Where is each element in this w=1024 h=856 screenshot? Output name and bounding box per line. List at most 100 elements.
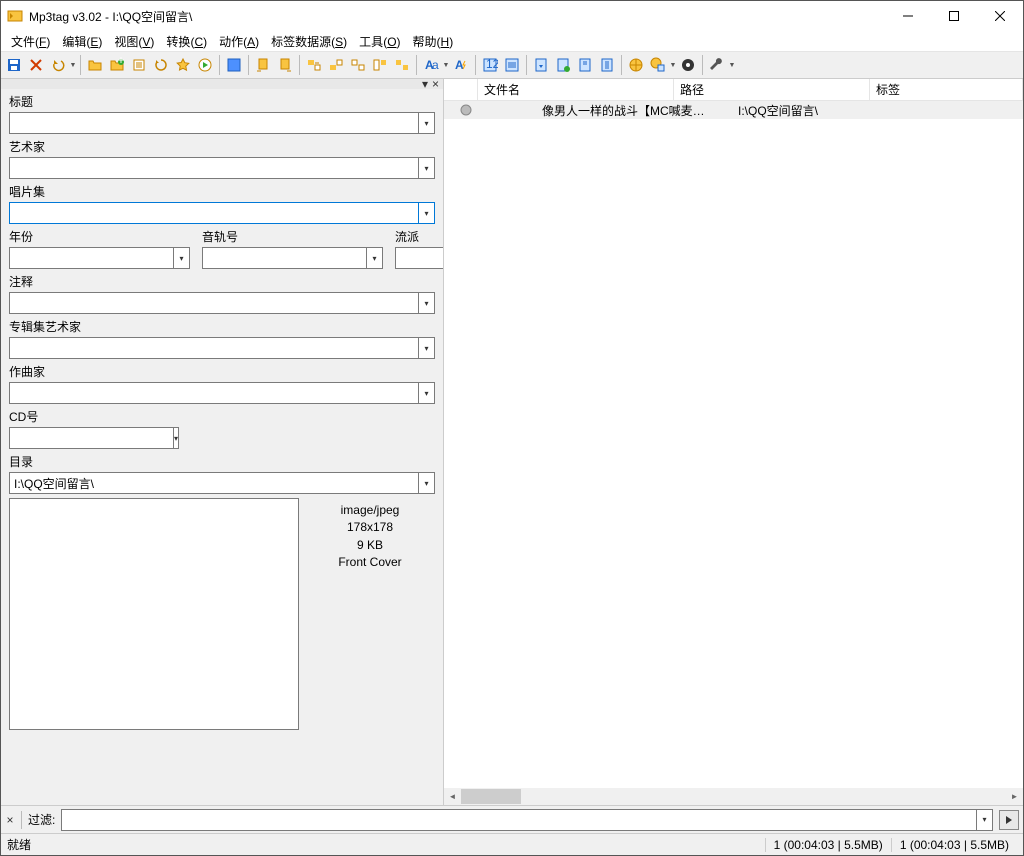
playlist-all-icon[interactable] [596,54,618,76]
delete-icon[interactable] [25,54,47,76]
minimize-button[interactable] [885,1,931,31]
dropdown-track[interactable]: ▾ [366,247,383,269]
web-dropdown[interactable]: ▼ [669,62,677,69]
svg-text:12: 12 [486,57,498,71]
web-cover-icon[interactable] [647,54,669,76]
dropdown-albumartist[interactable]: ▾ [418,337,435,359]
toolbar: ▼ + Aa ▼ A 12 ▼ ▼ [1,51,1023,79]
text-to-tag-icon[interactable] [369,54,391,76]
undo-icon[interactable] [47,54,69,76]
label-albumartist: 专辑集艺术家 [9,318,435,335]
dropdown-directory[interactable]: ▾ [418,472,435,494]
menu-edit[interactable]: 编辑(E) [56,31,108,52]
input-albumartist[interactable] [9,337,418,359]
undo-dropdown[interactable]: ▼ [69,62,77,69]
paste-tag-icon[interactable] [274,54,296,76]
input-title[interactable] [9,112,418,134]
input-discnum[interactable] [9,427,173,449]
maximize-button[interactable] [931,1,977,31]
filter-bar: × 过滤: ▾ [1,805,1023,833]
label-year: 年份 [9,228,190,245]
status-selected: 1 (00:04:03 | 5.5MB) [765,838,891,852]
filter-close-icon[interactable]: × [5,813,15,827]
cover-dimensions: 178x178 [305,519,435,536]
tag-panel-header: ▾ × [1,79,443,89]
menu-view[interactable]: 视图(V) [108,31,160,52]
export-icon[interactable] [530,54,552,76]
menu-tools[interactable]: 工具(O) [353,31,406,52]
status-ready: 就绪 [7,836,765,853]
discogs-icon[interactable] [677,54,699,76]
col-filename[interactable]: 文件名 [478,79,674,100]
input-year[interactable] [9,247,173,269]
filter-label: 过滤: [28,811,55,828]
label-track: 音轨号 [202,228,383,245]
filename-to-tag-icon[interactable] [325,54,347,76]
tools-icon[interactable] [706,54,728,76]
number-tracks-icon[interactable]: 12 [479,54,501,76]
favorite-icon[interactable] [172,54,194,76]
filter-dropdown[interactable]: ▾ [976,809,993,831]
actions-icon[interactable]: Aa [420,54,442,76]
input-artist[interactable] [9,157,418,179]
label-composer: 作曲家 [9,363,435,380]
file-list-header: 文件名 路径 标签 [444,79,1023,101]
file-row[interactable]: 像男人一样的战斗【MC喊麦… I:\QQ空间留言\ [444,101,1023,119]
menu-actions[interactable]: 动作(A) [213,31,265,52]
menu-help[interactable]: 帮助(H) [407,31,460,52]
menu-convert[interactable]: 转换(C) [160,31,213,52]
input-composer[interactable] [9,382,418,404]
horizontal-scrollbar[interactable]: ◄ ► [444,788,1023,805]
add-folder-icon[interactable]: + [106,54,128,76]
file-list-pane: 文件名 路径 标签 像男人一样的战斗【MC喊麦… I:\QQ空间留言\ ◄ ► [444,79,1023,805]
label-artist: 艺术家 [9,138,435,155]
dropdown-year[interactable]: ▾ [173,247,190,269]
select-all-icon[interactable] [223,54,245,76]
dropdown-title[interactable]: ▾ [418,112,435,134]
tools-dropdown[interactable]: ▼ [728,62,736,69]
playlist-export-icon[interactable] [574,54,596,76]
status-bar: 就绪 1 (00:04:03 | 5.5MB) 1 (00:04:03 | 5.… [1,833,1023,855]
filter-input[interactable] [61,809,976,831]
label-album: 唱片集 [9,183,435,200]
label-comment: 注释 [9,273,435,290]
filename-to-filename-icon[interactable] [347,54,369,76]
dropdown-album[interactable]: ▾ [418,202,435,224]
menu-tagsources[interactable]: 标签数据源(S) [265,31,353,52]
close-button[interactable] [977,1,1023,31]
extended-tags-icon[interactable] [501,54,523,76]
play-icon[interactable] [194,54,216,76]
cell-filename: 像男人一样的战斗【MC喊麦… [536,102,732,119]
refresh-icon[interactable] [150,54,172,76]
tag-to-tag-icon[interactable] [391,54,413,76]
input-comment[interactable] [9,292,418,314]
col-path[interactable]: 路径 [674,79,870,100]
dropdown-composer[interactable]: ▾ [418,382,435,404]
open-folder-icon[interactable] [84,54,106,76]
input-directory[interactable] [9,472,418,494]
svg-text:a: a [432,58,439,72]
quick-action-icon[interactable]: A [450,54,472,76]
input-genre[interactable] [395,247,443,269]
filter-go-button[interactable] [999,810,1019,830]
playlist-icon[interactable] [128,54,150,76]
copy-tag-icon[interactable] [252,54,274,76]
cover-art-box[interactable] [9,498,299,730]
col-icon[interactable] [444,79,478,100]
input-album[interactable] [9,202,418,224]
actions-dropdown[interactable]: ▼ [442,62,450,69]
dropdown-discnum[interactable]: ▾ [173,427,179,449]
app-icon [7,8,23,24]
cell-path: I:\QQ空间留言\ [732,102,928,119]
rename-folder-icon[interactable] [552,54,574,76]
tag-to-filename-icon[interactable] [303,54,325,76]
col-tag[interactable]: 标签 [870,79,1023,100]
web-source-icon[interactable] [625,54,647,76]
input-track[interactable] [202,247,366,269]
svg-text:+: + [117,57,124,67]
dropdown-comment[interactable]: ▾ [418,292,435,314]
menu-file[interactable]: 文件(F) [5,31,56,52]
dropdown-artist[interactable]: ▾ [418,157,435,179]
cover-type: Front Cover [305,554,435,571]
save-icon[interactable] [3,54,25,76]
